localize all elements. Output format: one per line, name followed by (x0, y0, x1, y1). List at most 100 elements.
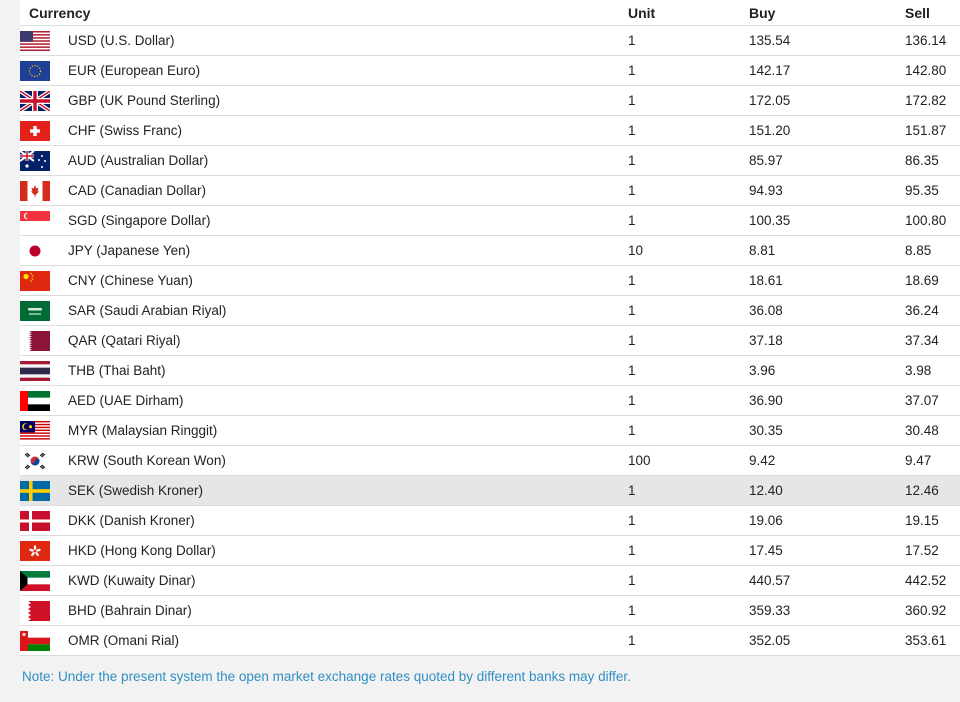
currency-cell: BHD (Bahrain Dinar) (20, 595, 628, 626)
buy-cell: 440.57 (749, 565, 905, 596)
buy-cell: 9.42 (749, 445, 905, 476)
unit-cell: 1 (628, 175, 749, 206)
unit-cell: 1 (628, 355, 749, 386)
table-row: SAR (Saudi Arabian Riyal) 1 36.08 36.24 (20, 295, 960, 326)
currency-cell: SGD (Singapore Dollar) (20, 205, 628, 236)
au-flag-icon (20, 150, 50, 171)
table-row: BHD (Bahrain Dinar) 1 359.33 360.92 (20, 595, 960, 626)
buy-cell: 36.08 (749, 295, 905, 326)
unit-cell: 1 (628, 325, 749, 356)
exchange-rates-table: Currency Unit Buy Sell USD (U.S. Dollar)… (20, 0, 960, 656)
dk-flag-icon (20, 510, 50, 531)
sell-cell: 37.07 (905, 385, 960, 416)
th-flag-icon (20, 360, 50, 381)
currency-name: AUD (Australian Dollar) (68, 153, 209, 168)
currency-name: QAR (Qatari Riyal) (68, 333, 181, 348)
sell-cell: 8.85 (905, 235, 960, 266)
sell-cell: 142.80 (905, 55, 960, 86)
jp-flag-icon (20, 240, 50, 261)
currency-name: CHF (Swiss Franc) (68, 123, 182, 138)
buy-cell: 8.81 (749, 235, 905, 266)
currency-name: SAR (Saudi Arabian Riyal) (68, 303, 227, 318)
ch-flag-icon (20, 120, 50, 141)
unit-cell: 1 (628, 55, 749, 86)
sell-cell: 19.15 (905, 505, 960, 536)
hk-flag-icon (20, 540, 50, 561)
header-buy: Buy (749, 0, 905, 26)
table-row: MYR (Malaysian Ringgit) 1 30.35 30.48 (20, 415, 960, 446)
sell-cell: 136.14 (905, 25, 960, 56)
currency-name: USD (U.S. Dollar) (68, 33, 175, 48)
buy-cell: 135.54 (749, 25, 905, 56)
buy-cell: 17.45 (749, 535, 905, 566)
buy-cell: 18.61 (749, 265, 905, 296)
sell-cell: 30.48 (905, 415, 960, 446)
exchange-rates-panel: Currency Unit Buy Sell USD (U.S. Dollar)… (0, 0, 960, 702)
buy-cell: 142.17 (749, 55, 905, 86)
sell-cell: 95.35 (905, 175, 960, 206)
table-row: AED (UAE Dirham) 1 36.90 37.07 (20, 385, 960, 416)
currency-cell: AUD (Australian Dollar) (20, 145, 628, 176)
currency-cell: CNY (Chinese Yuan) (20, 265, 628, 296)
table-header-row: Currency Unit Buy Sell (20, 0, 960, 26)
currency-name: AED (UAE Dirham) (68, 393, 184, 408)
sell-cell: 3.98 (905, 355, 960, 386)
kw-flag-icon (20, 570, 50, 591)
sell-cell: 172.82 (905, 85, 960, 116)
unit-cell: 1 (628, 565, 749, 596)
buy-cell: 94.93 (749, 175, 905, 206)
buy-cell: 172.05 (749, 85, 905, 116)
currency-cell: KWD (Kuwaity Dinar) (20, 565, 628, 596)
currency-name: THB (Thai Baht) (68, 363, 166, 378)
currency-name: BHD (Bahrain Dinar) (68, 603, 192, 618)
currency-name: DKK (Danish Kroner) (68, 513, 195, 528)
currency-cell: OMR (Omani Rial) (20, 625, 628, 656)
sell-cell: 9.47 (905, 445, 960, 476)
unit-cell: 1 (628, 535, 749, 566)
sg-flag-icon (20, 210, 50, 231)
currency-cell: SAR (Saudi Arabian Riyal) (20, 295, 628, 326)
currency-cell: THB (Thai Baht) (20, 355, 628, 386)
buy-cell: 151.20 (749, 115, 905, 146)
sell-cell: 17.52 (905, 535, 960, 566)
sa-flag-icon (20, 300, 50, 321)
currency-name: HKD (Hong Kong Dollar) (68, 543, 216, 558)
buy-cell: 12.40 (749, 475, 905, 506)
sell-cell: 151.87 (905, 115, 960, 146)
table-row: DKK (Danish Kroner) 1 19.06 19.15 (20, 505, 960, 536)
table-row: EUR (European Euro) 1 142.17 142.80 (20, 55, 960, 86)
buy-cell: 3.96 (749, 355, 905, 386)
table-row: AUD (Australian Dollar) 1 85.97 86.35 (20, 145, 960, 176)
unit-cell: 1 (628, 625, 749, 656)
eu-flag-icon (20, 60, 50, 81)
currency-name: SEK (Swedish Kroner) (68, 483, 204, 498)
gb-flag-icon (20, 90, 50, 111)
table-row: KWD (Kuwaity Dinar) 1 440.57 442.52 (20, 565, 960, 596)
currency-name: KRW (South Korean Won) (68, 453, 226, 468)
table-row: JPY (Japanese Yen) 10 8.81 8.85 (20, 235, 960, 266)
sell-cell: 86.35 (905, 145, 960, 176)
unit-cell: 1 (628, 205, 749, 236)
sell-cell: 37.34 (905, 325, 960, 356)
table-row: GBP (UK Pound Sterling) 1 172.05 172.82 (20, 85, 960, 116)
table-row: SEK (Swedish Kroner) 1 12.40 12.46 (20, 475, 960, 506)
sell-cell: 12.46 (905, 475, 960, 506)
buy-cell: 19.06 (749, 505, 905, 536)
currency-cell: CHF (Swiss Franc) (20, 115, 628, 146)
table-row: HKD (Hong Kong Dollar) 1 17.45 17.52 (20, 535, 960, 566)
currency-name: EUR (European Euro) (68, 63, 201, 78)
ae-flag-icon (20, 390, 50, 411)
currency-cell: MYR (Malaysian Ringgit) (20, 415, 628, 446)
ca-flag-icon (20, 180, 50, 201)
header-currency: Currency (20, 0, 628, 26)
currency-cell: HKD (Hong Kong Dollar) (20, 535, 628, 566)
qa-flag-icon (20, 330, 50, 351)
table-row: KRW (South Korean Won) 100 9.42 9.47 (20, 445, 960, 476)
unit-cell: 1 (628, 25, 749, 56)
currency-name: KWD (Kuwaity Dinar) (68, 573, 196, 588)
sell-cell: 100.80 (905, 205, 960, 236)
us-flag-icon (20, 30, 50, 51)
currency-cell: JPY (Japanese Yen) (20, 235, 628, 266)
om-flag-icon (20, 630, 50, 651)
se-flag-icon (20, 480, 50, 501)
